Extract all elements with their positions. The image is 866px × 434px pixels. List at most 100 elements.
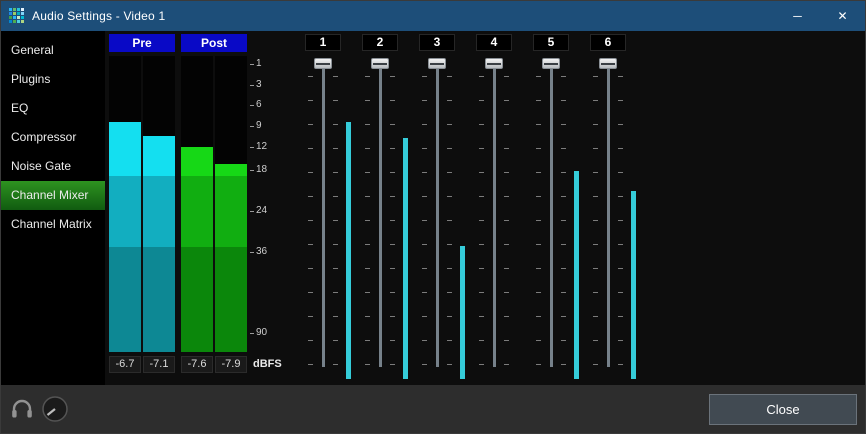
fader-tick — [593, 340, 598, 341]
fader-tick — [333, 340, 338, 341]
fader-tick — [479, 196, 484, 197]
meter-value-post-2: -7.9 — [215, 356, 247, 373]
fader-tick — [422, 124, 427, 125]
channel-fader-track-1[interactable] — [322, 63, 325, 367]
channel-fader-handle-3[interactable] — [428, 58, 446, 69]
fader-tick — [593, 100, 598, 101]
fader-tick — [365, 172, 370, 173]
channel-fader-handle-2[interactable] — [371, 58, 389, 69]
fader-tick — [504, 244, 509, 245]
titlebar[interactable]: Audio Settings - Video 1 ─ ✕ — [1, 1, 865, 31]
fader-tick — [308, 76, 313, 77]
fader-tick — [593, 172, 598, 173]
channel-fader-handle-4[interactable] — [485, 58, 503, 69]
fader-tick — [536, 292, 541, 293]
sidebar-item-channel-matrix[interactable]: Channel Matrix — [1, 210, 105, 239]
sidebar-item-channel-mixer[interactable]: Channel Mixer — [1, 181, 105, 210]
fader-tick — [333, 76, 338, 77]
minimize-button[interactable]: ─ — [775, 1, 820, 31]
headphone-volume-knob[interactable] — [41, 395, 69, 423]
channel-fader-handle-1[interactable] — [314, 58, 332, 69]
fader-tick — [536, 76, 541, 77]
fader-tick — [447, 100, 452, 101]
scale-tick — [250, 170, 254, 171]
window-title: Audio Settings - Video 1 — [32, 9, 165, 23]
fader-tick — [536, 148, 541, 149]
fader-tick — [365, 76, 370, 77]
fader-tick — [308, 148, 313, 149]
fader-tick — [390, 316, 395, 317]
channel-fader-track-6[interactable] — [607, 63, 610, 367]
fader-tick — [618, 148, 623, 149]
fader-tick — [593, 316, 598, 317]
fader-tick — [618, 172, 623, 173]
channel-fader-track-4[interactable] — [493, 63, 496, 367]
channel-fader-handle-5[interactable] — [542, 58, 560, 69]
fader-tick — [333, 364, 338, 365]
meter-fill-segment — [215, 164, 247, 176]
audio-settings-window: Audio Settings - Video 1 ─ ✕ GeneralPlug… — [0, 0, 866, 434]
sidebar: GeneralPluginsEQCompressorNoise GateChan… — [1, 31, 105, 385]
channel-header-4: 4 — [476, 34, 512, 51]
scale-tick-label: 6 — [256, 99, 262, 111]
fader-handle-line — [544, 63, 558, 65]
fader-tick — [593, 148, 598, 149]
fader-tick — [479, 220, 484, 221]
fader-tick — [593, 268, 598, 269]
scale-tick-label: 36 — [256, 246, 267, 258]
channel-level-meter-5 — [574, 171, 579, 379]
level-meter-post-1 — [181, 56, 213, 352]
meter-value-pre-2: -7.1 — [143, 356, 175, 373]
scale-tick — [250, 105, 254, 106]
fader-tick — [504, 148, 509, 149]
fader-tick — [333, 196, 338, 197]
fader-tick — [618, 268, 623, 269]
scale-tick-label: 3 — [256, 79, 262, 91]
app-grid-icon — [9, 8, 25, 24]
sidebar-item-compressor[interactable]: Compressor — [1, 123, 105, 152]
headphones-icon[interactable] — [11, 399, 33, 419]
fader-tick — [390, 220, 395, 221]
fader-tick — [504, 172, 509, 173]
footer: Close — [1, 385, 865, 433]
channel-fader-track-2[interactable] — [379, 63, 382, 367]
fader-tick — [618, 316, 623, 317]
fader-tick — [422, 220, 427, 221]
scale-tick-label: 24 — [256, 205, 267, 217]
close-button[interactable]: Close — [709, 394, 857, 425]
fader-tick — [561, 220, 566, 221]
fader-tick — [308, 220, 313, 221]
channel-fader-track-3[interactable] — [436, 63, 439, 367]
level-meter-post-2 — [215, 56, 247, 352]
sidebar-item-noise-gate[interactable]: Noise Gate — [1, 152, 105, 181]
channel-fader-track-5[interactable] — [550, 63, 553, 367]
fader-tick — [365, 196, 370, 197]
fader-tick — [561, 196, 566, 197]
fader-tick — [422, 268, 427, 269]
scale-tick-label: 9 — [256, 120, 262, 132]
channel-level-meter-6 — [631, 191, 636, 379]
sidebar-item-eq[interactable]: EQ — [1, 94, 105, 123]
fader-tick — [333, 172, 338, 173]
fader-tick — [447, 124, 452, 125]
fader-tick — [479, 172, 484, 173]
channel-mixer-panel: Pre-6.7-7.1Post-7.6-7.9dBFS1369121824369… — [105, 31, 865, 385]
fader-tick — [308, 172, 313, 173]
fader-tick — [422, 316, 427, 317]
close-window-button[interactable]: ✕ — [820, 1, 865, 31]
fader-tick — [561, 316, 566, 317]
fader-tick — [308, 268, 313, 269]
channel-header-2: 2 — [362, 34, 398, 51]
fader-tick — [333, 268, 338, 269]
channel-fader-handle-6[interactable] — [599, 58, 617, 69]
fader-tick — [390, 172, 395, 173]
fader-tick — [479, 316, 484, 317]
channel-level-meter-1 — [346, 122, 351, 379]
fader-tick — [593, 76, 598, 77]
fader-tick — [333, 292, 338, 293]
sidebar-item-general[interactable]: General — [1, 36, 105, 65]
fader-tick — [618, 292, 623, 293]
fader-tick — [308, 100, 313, 101]
sidebar-item-plugins[interactable]: Plugins — [1, 65, 105, 94]
fader-tick — [447, 148, 452, 149]
